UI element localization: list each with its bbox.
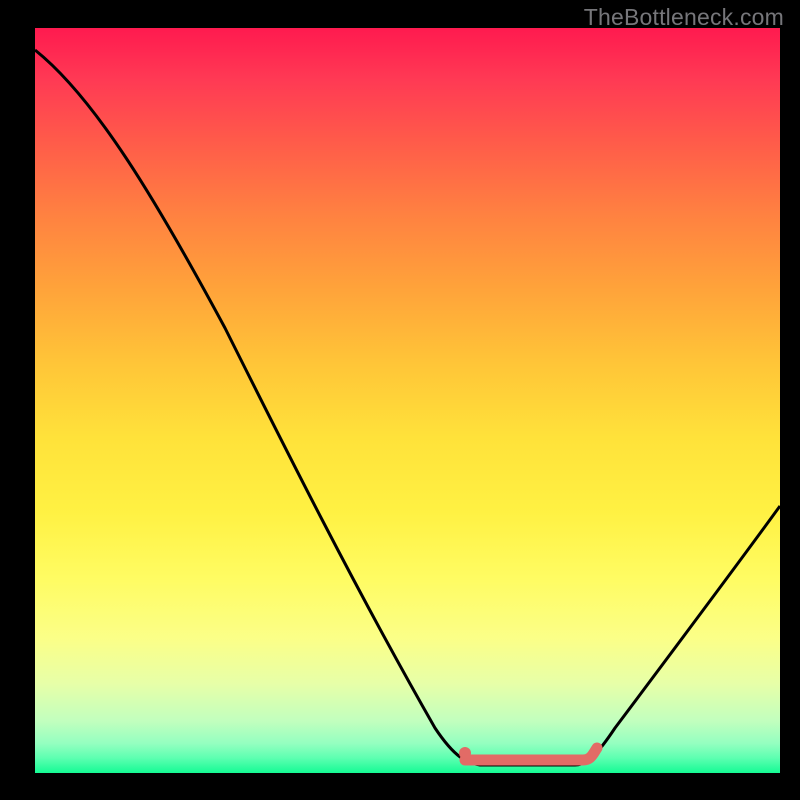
curve-path bbox=[35, 50, 780, 765]
chart-frame: TheBottleneck.com bbox=[0, 0, 800, 800]
watermark-text: TheBottleneck.com bbox=[584, 4, 784, 31]
bottleneck-curve bbox=[35, 28, 780, 773]
highlight-segment bbox=[465, 748, 597, 760]
highlight-start-dot bbox=[459, 747, 471, 759]
